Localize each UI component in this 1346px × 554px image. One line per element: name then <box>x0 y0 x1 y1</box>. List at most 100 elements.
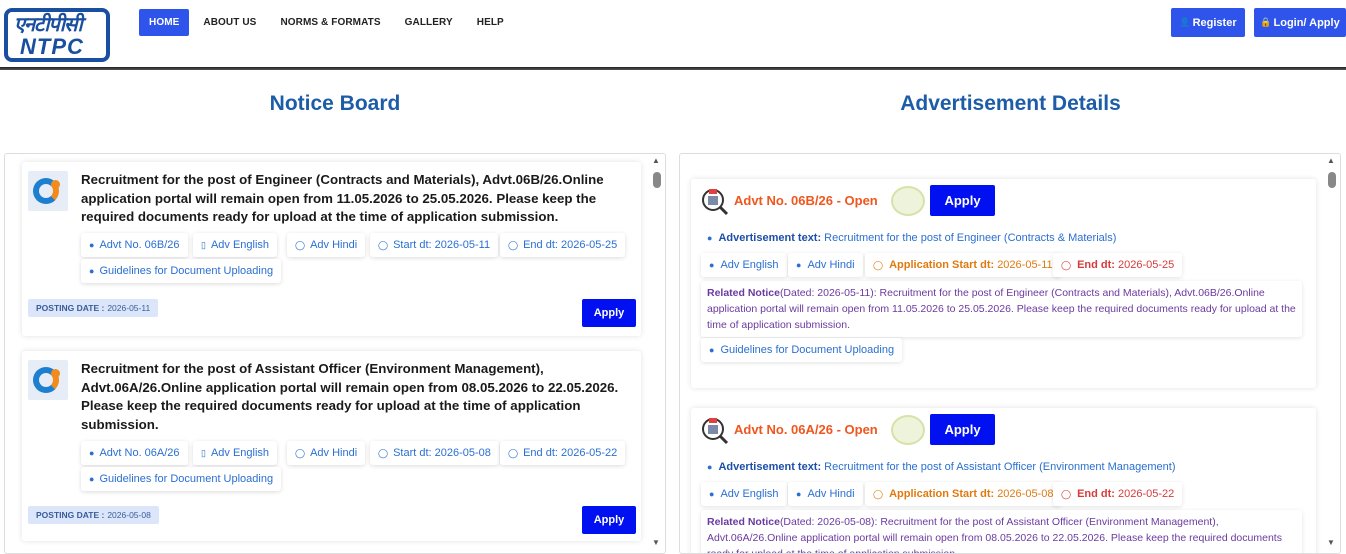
advertisement-text[interactable]: ● Advertisement text: Recruitment for the … <box>707 232 1116 244</box>
map-marker-icon: ● <box>796 260 802 270</box>
seal-icon <box>891 186 925 216</box>
guidelines-label: Guidelines for Document Uploading <box>720 344 895 356</box>
end-date-label: End dt: 2026-05-25 <box>523 239 618 251</box>
apply-button[interactable]: Apply <box>582 299 636 327</box>
map-marker-icon: ● <box>89 240 95 250</box>
scroll-up-arrow-icon[interactable]: ▲ <box>652 156 660 165</box>
logo-english-text: NTPC <box>20 34 84 59</box>
adv-hindi-chip[interactable]: ◯ Adv Hindi <box>287 441 366 465</box>
related-notice-text: (Dated: 2026-05-08): Recruitment for the… <box>707 516 1282 554</box>
advertisement-panel[interactable]: Advt No. 06B/26 - Open Apply ● Advertisem… <box>679 153 1341 554</box>
clock-icon: ◯ <box>378 447 389 458</box>
ntpc-emblem-icon <box>28 360 68 400</box>
main-menu: HOME ABOUT US NORMS & FORMATS GALLERY HE… <box>139 9 518 36</box>
end-date-chip: ◯ End dt: 2026-05-25 <box>1053 253 1183 277</box>
adv-hindi-chip[interactable]: ● Adv Hindi <box>788 253 863 277</box>
nav-gallery[interactable]: GALLERY <box>395 9 463 36</box>
guidelines-chip[interactable]: ● Guidelines for Document Uploading <box>81 467 282 491</box>
clock-icon: ◯ <box>873 259 884 270</box>
nav-about-us[interactable]: ABOUT US <box>193 9 266 36</box>
adv-english-chip[interactable]: ▯ Adv English <box>193 441 278 465</box>
nav-home[interactable]: HOME <box>139 9 190 36</box>
notice-board-title: Notice Board <box>269 92 401 115</box>
end-date-label: End dt: 2026-05-22 <box>523 447 618 459</box>
adv-hindi-chip[interactable]: ◯ Adv Hindi <box>287 233 366 257</box>
register-button[interactable]: 👤 Register <box>1171 8 1245 37</box>
notice-board-panel[interactable]: Recruitment for the post of Engineer (Co… <box>4 153 666 554</box>
advertisement-text-label: Advertisement text: <box>718 461 822 473</box>
ntpc-emblem-icon <box>28 171 68 211</box>
apply-button[interactable]: Apply <box>582 506 636 534</box>
map-marker-icon: ● <box>707 462 713 472</box>
start-date-chip: ◯ Application Start dt: 2026-05-08 <box>865 482 1062 506</box>
posting-date-label: POSTING DATE : <box>36 510 105 520</box>
advt-heading: Advt No. 06B/26 - Open <box>734 193 878 208</box>
scroll-down-arrow-icon[interactable]: ▼ <box>1327 538 1335 547</box>
apply-button[interactable]: Apply <box>930 185 995 216</box>
adv-english-label: Adv English <box>720 488 779 500</box>
apply-button[interactable]: Apply <box>930 414 995 445</box>
clock-icon: ◯ <box>378 239 389 250</box>
end-date-value: 2026-05-25 <box>1117 259 1175 271</box>
map-marker-icon: ● <box>709 345 715 355</box>
notice-scrollbar[interactable]: ▲ ▼ <box>649 154 665 553</box>
notice-card: Recruitment for the post of Engineer (Co… <box>22 162 641 336</box>
posting-date-label: POSTING DATE : <box>36 303 105 313</box>
posting-date-value: 2026-05-08 <box>107 510 151 520</box>
nav-help[interactable]: HELP <box>467 9 514 36</box>
end-date-chip: ◯ End dt: 2026-05-25 <box>500 233 626 257</box>
related-notice-text: (Dated: 2026-05-11): Recruitment for the… <box>707 287 1296 331</box>
advt-no-chip[interactable]: ● Advt No. 06B/26 <box>81 233 188 257</box>
guidelines-chip[interactable]: ● Guidelines for Document Uploading <box>81 259 282 283</box>
guidelines-label: Guidelines for Document Uploading <box>99 473 274 485</box>
related-notice: Related Notice(Dated: 2026-05-11): Recru… <box>701 281 1302 337</box>
start-date-value: 2026-05-08 <box>997 488 1054 500</box>
advertisement-text-value: Recruitment for the post of Engineer (Co… <box>824 232 1117 244</box>
adv-hindi-label: Adv Hindi <box>807 259 855 271</box>
clock-icon: ◯ <box>508 239 519 250</box>
ntpc-logo[interactable]: एनटीपीसी NTPC <box>4 8 110 62</box>
advt-no-chip[interactable]: ● Advt No. 06A/26 <box>81 441 188 465</box>
clock-icon: ◯ <box>1061 259 1072 270</box>
advt-heading: Advt No. 06A/26 - Open <box>734 422 878 437</box>
end-date-chip: ◯ End dt: 2026-05-22 <box>500 441 626 465</box>
advertisement-card: Advt No. 06B/26 - Open Apply ● Advertisem… <box>691 179 1316 388</box>
advertisement-scrollbar[interactable]: ▲ ▼ <box>1324 154 1340 553</box>
scroll-up-arrow-icon[interactable]: ▲ <box>1327 156 1335 165</box>
related-notice-label: Related Notice <box>707 516 780 528</box>
advertisement-text[interactable]: ● Advertisement text: Recruitment for the … <box>707 461 1175 473</box>
guidelines-label: Guidelines for Document Uploading <box>99 265 274 277</box>
adv-hindi-chip[interactable]: ● Adv Hindi <box>788 482 863 506</box>
login-apply-button[interactable]: 🔒 Login/ Apply <box>1254 8 1346 37</box>
adv-english-chip[interactable]: ● Adv English <box>701 253 787 277</box>
nav-norms-formats[interactable]: NORMS & FORMATS <box>270 9 390 36</box>
register-label: Register <box>1192 16 1237 29</box>
bookmark-icon: ▯ <box>201 447 206 458</box>
start-date-label: Start dt: 2026-05-11 <box>393 239 491 251</box>
advertisement-text-value: Recruitment for the post of Assistant Of… <box>824 461 1176 473</box>
advertisement-text-label: Advertisement text: <box>718 232 822 244</box>
posting-date-badge: POSTING DATE :2026-05-08 <box>28 506 159 524</box>
notice-text: Recruitment for the post of Assistant Of… <box>81 361 619 432</box>
advertisement-details-title: Advertisement Details <box>900 92 1121 115</box>
map-marker-icon: ● <box>89 448 95 458</box>
map-marker-icon: ● <box>89 266 95 276</box>
scroll-thumb[interactable] <box>653 172 661 188</box>
clock-icon: ◯ <box>508 447 519 458</box>
start-date-label: Application Start dt: <box>889 259 995 271</box>
scroll-thumb[interactable] <box>1328 172 1336 188</box>
guidelines-chip[interactable]: ● Guidelines for Document Uploading <box>701 338 903 362</box>
search-document-icon <box>702 189 729 216</box>
lock-icon: 🔒 <box>1260 17 1272 27</box>
map-marker-icon: ● <box>707 233 713 243</box>
login-label: Login/ Apply <box>1273 16 1340 29</box>
adv-english-chip[interactable]: ● Adv English <box>701 482 787 506</box>
adv-english-chip[interactable]: ▯ Adv English <box>193 233 278 257</box>
scroll-down-arrow-icon[interactable]: ▼ <box>652 538 660 547</box>
adv-english-label: Adv English <box>210 447 270 459</box>
clock-icon: ◯ <box>295 239 306 250</box>
advt-no-label: Advt No. 06B/26 <box>99 239 180 251</box>
start-date-label: Start dt: 2026-05-08 <box>393 447 491 459</box>
map-marker-icon: ● <box>709 260 715 270</box>
bookmark-icon: ▯ <box>201 239 206 250</box>
